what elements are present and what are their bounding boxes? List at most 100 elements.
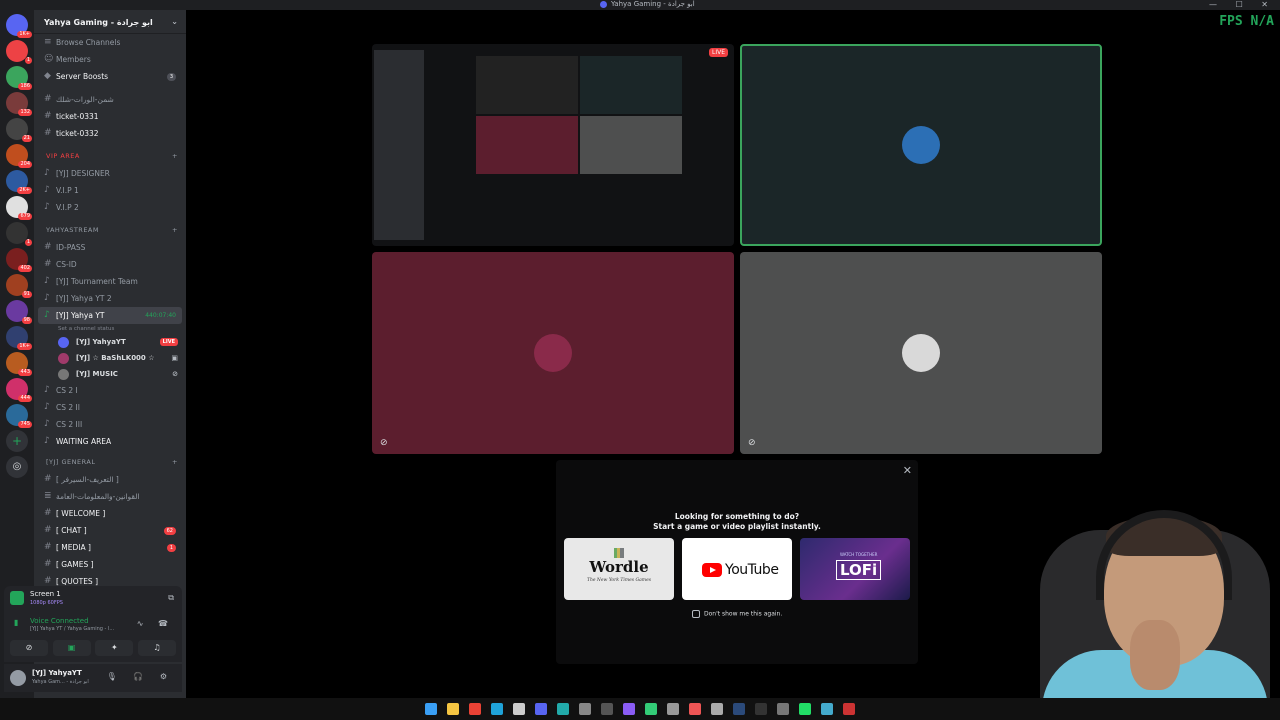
channel-item[interactable]: # ticket-0332 — [34, 125, 186, 142]
popout-icon[interactable]: ⧉ — [168, 593, 174, 603]
stream-tile-screen[interactable]: LIVE — [372, 44, 734, 246]
server-boosts[interactable]: ◆ Server Boosts 3 — [34, 68, 186, 85]
channel-item[interactable]: # [ التعريف-السيرفر ] — [34, 471, 186, 488]
stream-tile-user[interactable]: ⊘ — [372, 252, 734, 454]
activity-card-lofi[interactable]: WATCH TOGETHER LOFi — [800, 538, 910, 600]
app-icon[interactable] — [667, 703, 679, 715]
chrome-icon[interactable] — [469, 703, 481, 715]
app-icon[interactable] — [645, 703, 657, 715]
file-explorer-icon[interactable] — [447, 703, 459, 715]
add-channel-icon[interactable]: + — [172, 454, 178, 471]
checkbox-icon[interactable] — [692, 610, 700, 618]
voice-user[interactable]: [YJ] MUSIC ⊘ — [34, 366, 186, 382]
discover-icon[interactable]: ◎ — [6, 456, 28, 478]
server-icon-16[interactable]: 745 — [6, 404, 32, 428]
server-icon-12[interactable]: 98 — [6, 300, 32, 324]
add-channel-icon[interactable]: + — [172, 148, 178, 165]
username[interactable]: [YJ] YahyaYT — [32, 669, 82, 677]
voice-channel[interactable]: ♪ [YJ] DESIGNER — [34, 165, 186, 182]
server-icon-14[interactable]: 443 — [6, 352, 32, 376]
voice-channel[interactable]: ♪ V.I.P 2 — [34, 199, 186, 216]
channel-item[interactable]: # [ WELCOME ] — [34, 505, 186, 522]
activity-card-wordle[interactable]: Wordle The New York Times Games — [564, 538, 674, 600]
discord-icon[interactable] — [535, 703, 547, 715]
server-icon-11[interactable]: 91 — [6, 274, 32, 298]
activities-button[interactable]: ✦ — [95, 640, 134, 656]
app-icon[interactable] — [689, 703, 701, 715]
category-vip[interactable]: VIP AREA + — [34, 148, 186, 165]
channel-item[interactable]: # شمن-الورات-شلك — [34, 91, 186, 108]
server-icon-3[interactable]: 186 — [6, 66, 32, 90]
app-icon[interactable] — [799, 703, 811, 715]
server-icon-9[interactable]: 1 — [6, 222, 32, 246]
channel-item[interactable]: ≣ القوانين-والمعلومات-العامة — [34, 488, 186, 505]
server-icon-13[interactable]: 1K+ — [6, 326, 32, 350]
hash-icon: # — [44, 94, 52, 104]
server-icon-2[interactable]: 1 — [6, 40, 32, 64]
active-voice-channel[interactable]: ♪ [YJ] Yahya YT 440:07:40 — [38, 307, 182, 324]
soundboard-button[interactable]: ♫ — [137, 640, 176, 656]
screen-share-panel[interactable]: Screen 1 1080p 60FPS ⧉ — [4, 586, 182, 612]
channel-item[interactable]: # [ CHAT ] 62 — [34, 522, 186, 539]
channel-item[interactable]: # [ GAMES ] — [34, 556, 186, 573]
channel-item[interactable]: # [ MEDIA ] 1 — [34, 539, 186, 556]
app-icon[interactable] — [843, 703, 855, 715]
close-icon[interactable]: ✕ — [903, 464, 912, 477]
edge-icon[interactable] — [491, 703, 503, 715]
add-channel-icon[interactable]: + — [172, 222, 178, 239]
server-icon-6[interactable]: 204 — [6, 144, 32, 168]
add-server-icon[interactable]: + — [6, 430, 28, 452]
app-icon[interactable] — [623, 703, 635, 715]
channel-item[interactable]: # ticket-0331 — [34, 108, 186, 125]
channel-status[interactable]: Set a channel status — [34, 324, 186, 334]
server-icon-8[interactable]: 679 — [6, 196, 32, 220]
settings-icon[interactable] — [513, 703, 525, 715]
voice-user[interactable]: [YJ] ☆ BaShLK000 ☆ ▣ — [34, 350, 186, 366]
voice-channel[interactable]: ♪ CS 2 II — [34, 399, 186, 416]
server-icon-7[interactable]: 2K+ — [6, 170, 32, 194]
steam-icon[interactable] — [733, 703, 745, 715]
server-icon-4[interactable]: 132 — [6, 92, 32, 116]
voice-channel[interactable]: ♪ V.I.P 1 — [34, 182, 186, 199]
guild-header[interactable]: Yahya Gaming - ابو جرادة ⌄ — [34, 10, 186, 34]
voice-channel[interactable]: ♪ CS 2 III — [34, 416, 186, 433]
app-icon[interactable] — [711, 703, 723, 715]
app-icon[interactable] — [777, 703, 789, 715]
voice-status[interactable]: Voice Connected — [30, 617, 89, 625]
signal-icon[interactable]: ▮ — [14, 618, 18, 627]
category-general[interactable]: [YJ] GENERAL + — [34, 454, 186, 471]
screen-share-button[interactable]: ▣ — [52, 640, 91, 656]
window-controls[interactable]: — ☐ ✕ — [1209, 0, 1276, 9]
app-icon[interactable] — [821, 703, 833, 715]
members-link[interactable]: ☺ Members — [34, 51, 186, 68]
start-icon[interactable] — [425, 703, 437, 715]
stream-tile-user[interactable] — [740, 44, 1102, 246]
avatar[interactable] — [10, 670, 26, 686]
camera-off-button[interactable]: ⊘ — [10, 640, 48, 656]
category-yahyastream[interactable]: YAHYASTREAM + — [34, 222, 186, 239]
voice-channel[interactable]: ♪ [YJ] Tournament Team — [34, 273, 186, 290]
voice-user[interactable]: [YJ] YahyaYT LIVE — [34, 334, 186, 350]
channel-label: شمن-الورات-شلك — [56, 95, 114, 104]
channel-item[interactable]: # CS-ID — [34, 256, 186, 273]
activity-card-youtube[interactable]: YouTube — [682, 538, 792, 600]
voice-channel-path[interactable]: [YJ] Yahya YT / Yahya Gaming - ا... — [30, 626, 114, 632]
voice-tools[interactable]: ∿ ☎ — [137, 619, 174, 628]
voice-channel[interactable]: ♪ CS 2 I — [34, 382, 186, 399]
dont-show-checkbox[interactable]: Don't show me this again. — [692, 610, 782, 618]
speaker-icon: ♪ — [44, 436, 50, 446]
voice-channel[interactable]: ♪ [YJ] Yahya YT 2 — [34, 290, 186, 307]
server-icon-15[interactable]: 444 — [6, 378, 32, 402]
app-icon[interactable] — [755, 703, 767, 715]
app-icon[interactable] — [557, 703, 569, 715]
server-icon-10[interactable]: 402 — [6, 248, 32, 272]
stream-tile-user[interactable]: ⊘ — [740, 252, 1102, 454]
server-icon-5[interactable]: 21 — [6, 118, 32, 142]
voice-channel[interactable]: ♪ WAITING AREA — [34, 433, 186, 450]
browse-channels[interactable]: ≡ Browse Channels — [34, 34, 186, 51]
server-icon-1[interactable]: 1K+ — [6, 14, 32, 38]
obs-icon[interactable] — [601, 703, 613, 715]
user-controls[interactable]: 🎙 🎧 ⚙ — [107, 672, 174, 681]
channel-item[interactable]: # ID-PASS — [34, 239, 186, 256]
app-icon[interactable] — [579, 703, 591, 715]
